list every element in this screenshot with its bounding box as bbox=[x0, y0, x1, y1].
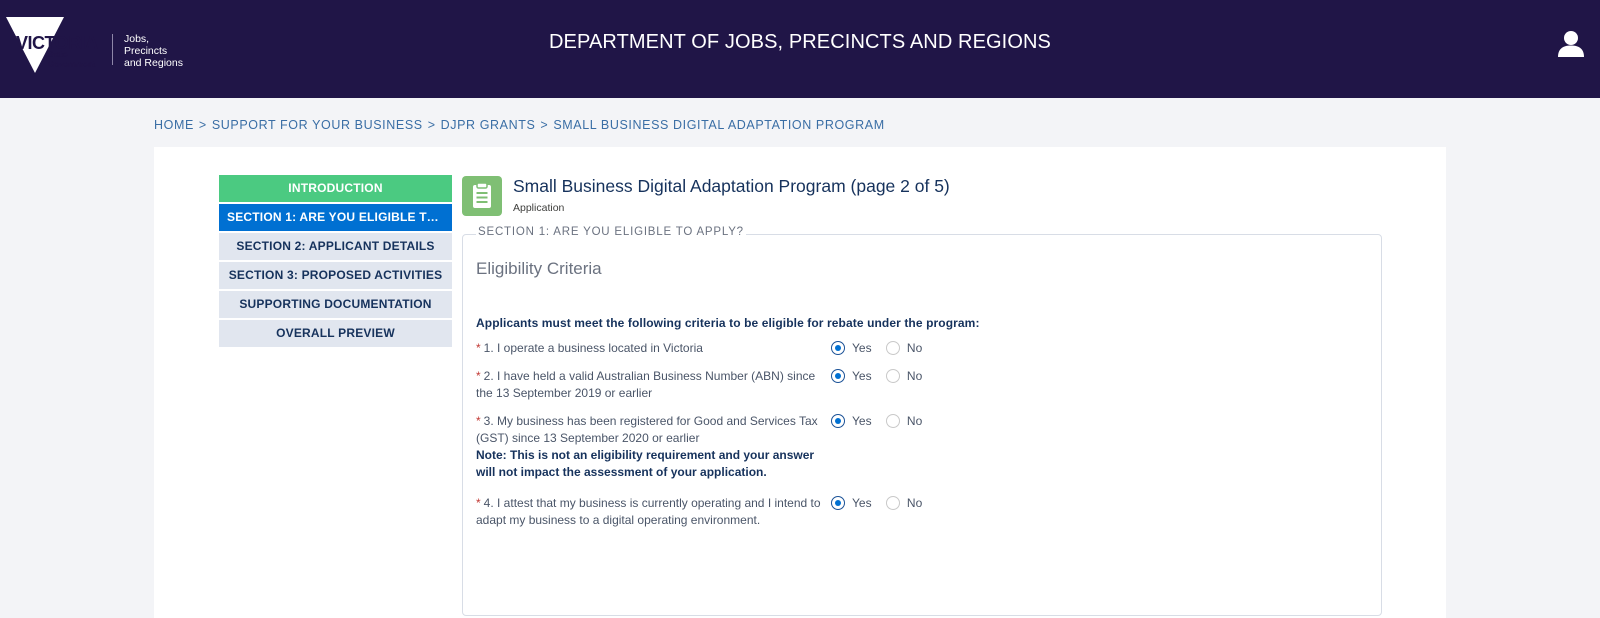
question-1: * 1. I operate a business located in Vict… bbox=[476, 340, 826, 357]
question-text: 4. I attest that my business is currentl… bbox=[476, 496, 821, 527]
page-title: Small Business Digital Adaptation Progra… bbox=[513, 176, 950, 196]
yes-label: Yes bbox=[852, 368, 872, 383]
question-2-options: Yes No bbox=[831, 368, 933, 383]
question-3-no-radio[interactable] bbox=[885, 413, 900, 428]
criteria-intro: Applicants must meet the following crite… bbox=[476, 316, 980, 330]
nav-item-supporting-documentation[interactable]: SUPPORTING DOCUMENTATION bbox=[219, 291, 452, 318]
question-2: * 2. I have held a valid Australian Busin… bbox=[476, 368, 826, 402]
question-4-yes-radio[interactable] bbox=[831, 495, 845, 510]
required-marker: * bbox=[476, 369, 481, 383]
question-4-no-radio[interactable] bbox=[885, 495, 900, 510]
breadcrumb-djpr-grants[interactable]: DJPR GRANTS bbox=[441, 118, 536, 132]
question-2-no-radio[interactable] bbox=[885, 368, 900, 383]
question-2-yes-radio[interactable] bbox=[831, 368, 845, 383]
logo-dept-line: and Regions bbox=[124, 57, 183, 69]
nav-item-overall-preview[interactable]: OVERALL PREVIEW bbox=[219, 320, 452, 347]
breadcrumb-separator: > bbox=[540, 118, 549, 132]
section-heading: Eligibility Criteria bbox=[476, 259, 602, 278]
required-marker: * bbox=[476, 496, 481, 510]
no-label: No bbox=[906, 340, 923, 355]
section-legend: SECTION 1: ARE YOU ELIGIBLE TO APPLY? bbox=[476, 226, 746, 238]
clipboard-icon bbox=[462, 176, 502, 216]
no-label: No bbox=[906, 368, 923, 383]
user-icon[interactable] bbox=[1557, 30, 1585, 58]
logo-sub-line: Government bbox=[48, 60, 96, 69]
yes-label: Yes bbox=[852, 340, 872, 355]
question-text: 3. My business has been registered for G… bbox=[476, 414, 818, 445]
no-label: No bbox=[906, 495, 923, 510]
nav-item-section-2[interactable]: SECTION 2: APPLICANT DETAILS bbox=[219, 233, 452, 260]
question-1-yes-radio[interactable] bbox=[831, 340, 845, 355]
breadcrumb: HOME > SUPPORT FOR YOUR BUSINESS > DJPR GRAN… bbox=[154, 118, 885, 132]
required-marker: * bbox=[476, 341, 481, 355]
nav-item-section-3[interactable]: SECTION 3: PROPOSED ACTIVITIES bbox=[219, 262, 452, 289]
question-3-yes-radio[interactable] bbox=[831, 413, 845, 428]
question-3-note: Note: This is not an eligibility require… bbox=[476, 448, 815, 479]
yes-label: Yes bbox=[852, 495, 872, 510]
question-1-options: Yes No bbox=[831, 340, 933, 355]
question-4-options: Yes No bbox=[831, 495, 933, 510]
question-3: * 3. My business has been registered for … bbox=[476, 413, 826, 481]
breadcrumb-separator: > bbox=[198, 118, 207, 132]
question-4: * 4. I attest that my business is current… bbox=[476, 495, 826, 529]
breadcrumb-home[interactable]: HOME bbox=[154, 118, 194, 132]
page-subtitle: Application bbox=[513, 202, 565, 214]
nav-item-introduction[interactable]: INTRODUCTION bbox=[219, 175, 452, 202]
section-nav: INTRODUCTION SECTION 1: ARE YOU ELIGIBLE… bbox=[219, 175, 452, 349]
no-label: No bbox=[906, 413, 923, 428]
breadcrumb-program[interactable]: SMALL BUSINESS DIGITAL ADAPTATION PROGRA… bbox=[553, 118, 884, 132]
yes-label: Yes bbox=[852, 413, 872, 428]
department-title: DEPARTMENT OF JOBS, PRECINCTS AND REGION… bbox=[549, 31, 1051, 53]
question-text: 1. I operate a business located in Victo… bbox=[483, 341, 703, 355]
breadcrumb-support[interactable]: SUPPORT FOR YOUR BUSINESS bbox=[212, 118, 423, 132]
nav-item-section-1[interactable]: SECTION 1: ARE YOU ELIGIBLE TO ... bbox=[219, 204, 452, 231]
question-3-options: Yes No bbox=[831, 413, 933, 428]
question-text: 2. I have held a valid Australian Busine… bbox=[476, 369, 816, 400]
breadcrumb-separator: > bbox=[427, 118, 436, 132]
top-header-bar: VICTORIA State Government Jobs, Precinct… bbox=[0, 0, 1600, 98]
required-marker: * bbox=[476, 414, 481, 428]
question-1-no-radio[interactable] bbox=[885, 340, 900, 355]
